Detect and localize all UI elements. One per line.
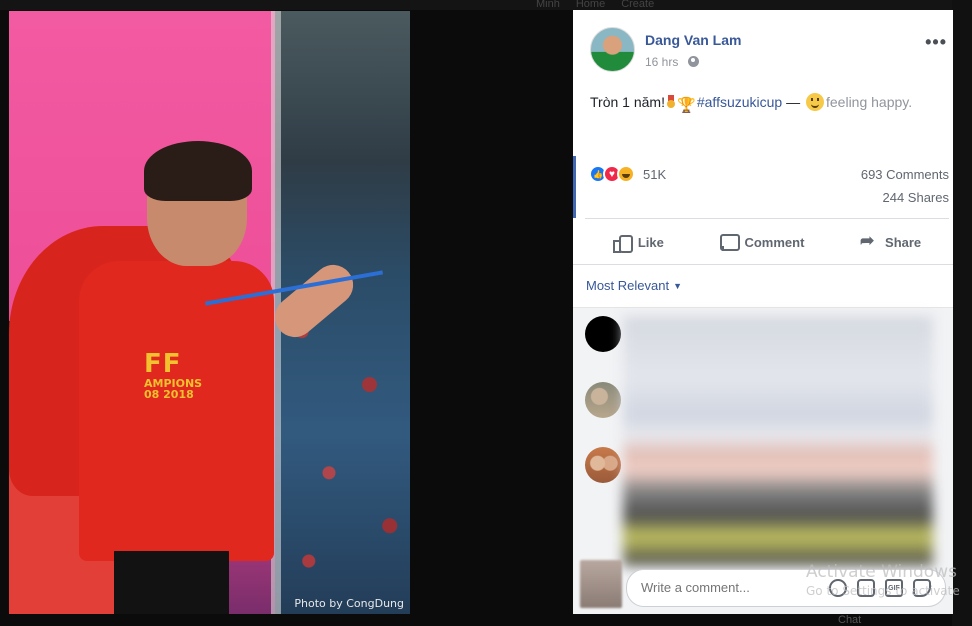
like-button[interactable]: Like	[612, 233, 664, 253]
divider	[573, 264, 953, 265]
commenter-avatar[interactable]	[585, 382, 621, 418]
medal-icon	[665, 95, 677, 109]
player-shorts	[114, 551, 229, 614]
commenter-avatar[interactable]	[585, 447, 621, 483]
post-time-text[interactable]: 16 hrs	[645, 55, 678, 69]
smile-icon	[806, 93, 824, 111]
watermark-line1: Activate Windows	[806, 562, 957, 582]
post-actions-bar: Like Comment Share	[585, 222, 949, 262]
bg-chat-label: Chat	[838, 614, 862, 626]
photo-credit: Photo by CongDung	[294, 597, 404, 610]
jersey-years-text: 08 2018	[144, 388, 194, 401]
player-jersey	[79, 261, 274, 561]
comment-label: Comment	[744, 234, 805, 250]
post-header: Dang Van Lam 16 hrs •••	[573, 10, 953, 80]
jersey-print: FF AMPIONS 08 2018	[144, 349, 202, 401]
trophy-icon: 🏆	[676, 97, 696, 114]
jersey-big-text: FF	[144, 349, 182, 379]
post-separator: —	[786, 94, 801, 110]
thumbs-up-icon	[612, 233, 633, 253]
bg-nav-item: Minh	[536, 0, 560, 10]
sort-label: Most Relevant	[586, 278, 670, 293]
share-label: Share	[885, 234, 922, 250]
feeling-text: feeling happy.	[826, 94, 913, 110]
like-label: Like	[637, 234, 664, 250]
post-panel: Dang Van Lam 16 hrs ••• Tròn 1 năm! 🏆 #af…	[573, 10, 953, 614]
globe-icon	[687, 56, 699, 67]
reaction-count[interactable]: 51K	[643, 167, 666, 182]
current-user-avatar	[580, 560, 622, 608]
blurred-comments	[623, 316, 933, 566]
comments-count[interactable]: 693 Comments	[861, 167, 949, 182]
more-options-icon[interactable]: •••	[925, 32, 947, 53]
bg-nav-item: Create	[621, 0, 655, 10]
post-timestamp[interactable]: 16 hrs	[645, 55, 699, 69]
hashtag-link[interactable]: #affsuzukicup	[697, 94, 782, 110]
background-top-bar	[0, 0, 972, 10]
reactions-summary[interactable]: 51K	[589, 165, 666, 183]
panel-accent-edge	[573, 156, 576, 218]
share-button[interactable]: Share	[860, 231, 922, 251]
windows-activation-watermark: Activate Windows Go to Settings to activ…	[806, 562, 960, 598]
author-avatar[interactable]	[590, 27, 635, 72]
post-photo[interactable]: FF AMPIONS 08 2018 Photo by CongDung	[9, 11, 410, 614]
comment-sort-dropdown[interactable]: Most Relevant ▼	[586, 278, 682, 293]
comment-button[interactable]: Comment	[719, 233, 804, 251]
commenter-avatar[interactable]	[585, 316, 621, 352]
haha-reaction-icon	[617, 165, 635, 183]
background-nav: Minh Home Create	[536, 0, 654, 10]
comment-input[interactable]	[641, 580, 811, 595]
background-right-strip	[952, 0, 972, 626]
share-icon	[860, 231, 878, 251]
caret-down-icon: ▼	[673, 281, 683, 291]
post-text-prefix: Tròn 1 năm!	[590, 94, 665, 110]
author-name[interactable]: Dang Van Lam	[645, 32, 741, 48]
shares-count[interactable]: 244 Shares	[883, 190, 950, 205]
bg-nav-item: Home	[575, 0, 606, 10]
watermark-line2: Go to Settings to activate	[806, 584, 960, 598]
player-hair	[144, 141, 252, 201]
comment-icon	[719, 233, 741, 251]
divider	[585, 218, 949, 219]
post-message: Tròn 1 năm! 🏆 #affsuzukicup — feeling hap…	[590, 93, 912, 114]
